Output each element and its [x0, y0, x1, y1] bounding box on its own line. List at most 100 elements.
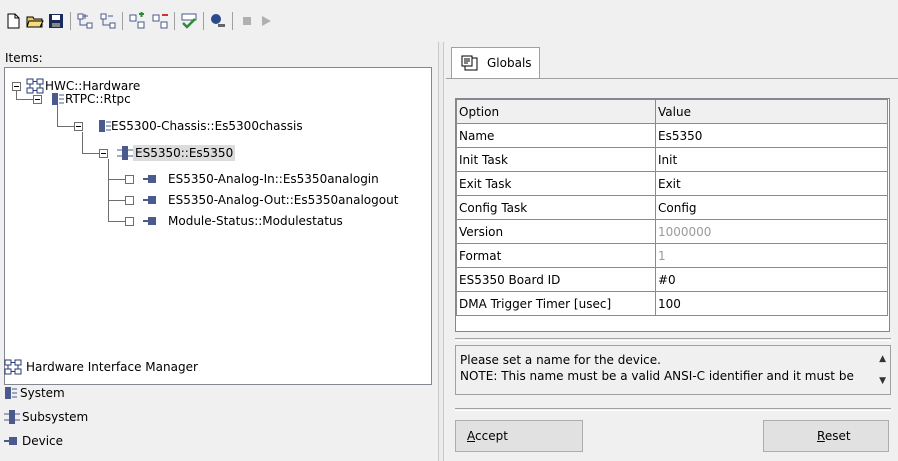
legend-item-subsystem: Subsystem: [0, 407, 300, 427]
remove-module-icon[interactable]: [151, 12, 169, 30]
legend-label: Device: [22, 434, 64, 448]
grid-row: DMA Trigger Timer [usec] 100: [456, 291, 888, 316]
collapse-toggle[interactable]: [74, 122, 83, 131]
device-icon: [143, 213, 157, 232]
items-pane: Items: HWC::Hardware RTPC::Rtpc ES5300-C…: [0, 42, 436, 461]
tree-line: [108, 221, 125, 222]
reset-button[interactable]: Reset: [763, 420, 889, 452]
hardware-interface-manager-icon: [4, 359, 22, 378]
option-cell: Config Task: [456, 195, 656, 220]
reset-button-label: Reset: [817, 429, 851, 443]
toolbar-separator: [203, 12, 204, 30]
option-cell: ES5350 Board ID: [456, 267, 656, 292]
save-disk-icon[interactable]: [47, 12, 65, 30]
hardware-tree[interactable]: HWC::Hardware RTPC::Rtpc ES5300-Chassis:…: [4, 67, 432, 385]
tree-line: [82, 132, 83, 153]
toolbar-separator: [232, 12, 233, 30]
device-icon: [143, 171, 157, 190]
device-checkbox[interactable]: [125, 196, 134, 205]
option-cell: DMA Trigger Timer [usec]: [456, 291, 656, 316]
tree-line: [16, 99, 33, 100]
description-line: NOTE: This name must be a valid ANSI-C i…: [460, 369, 854, 383]
value-cell[interactable]: #0: [655, 267, 888, 292]
add-hierarchy-icon[interactable]: [76, 12, 94, 30]
legend-item-hardware-interface-manager: Hardware Interface Manager: [0, 357, 300, 377]
collapse-toggle[interactable]: [12, 82, 21, 91]
description-box[interactable]: Please set a name for the device. NOTE: …: [455, 345, 891, 395]
value-cell[interactable]: Config: [655, 195, 888, 220]
grid-row: ES5350 Board ID #0: [456, 267, 888, 292]
column-header-value[interactable]: Value: [655, 99, 888, 124]
run-icon[interactable]: [257, 12, 275, 30]
legend-label: Hardware Interface Manager: [26, 360, 198, 374]
toolbar: [0, 0, 898, 38]
option-cell: Exit Task: [456, 171, 656, 196]
grid-row: Name Es5350: [456, 123, 888, 148]
grid-header-row: Option Value: [456, 99, 888, 124]
pane-splitter[interactable]: [438, 42, 444, 461]
device-icon: [4, 433, 18, 452]
tree-line: [108, 159, 109, 221]
toolbar-separator: [174, 12, 175, 30]
collapse-toggle[interactable]: [33, 95, 42, 104]
option-cell: Version: [456, 219, 656, 244]
description-text: Please set a name for the device. NOTE: …: [460, 352, 860, 384]
tab-strip-border: [446, 78, 898, 79]
value-cell[interactable]: Es5350: [655, 123, 888, 148]
new-document-icon[interactable]: [4, 12, 22, 30]
tree-node-analog-out[interactable]: ES5350-Analog-Out::Es5350analogout: [168, 192, 398, 208]
tree-node-es5300-chassis[interactable]: ES5300-Chassis::Es5300chassis: [111, 118, 303, 134]
divider: [455, 408, 891, 411]
stop-icon[interactable]: [238, 12, 256, 30]
value-cell[interactable]: Init: [655, 147, 888, 172]
description-line: Please set a name for the device.: [460, 353, 661, 367]
options-grid[interactable]: Option Value Name Es5350 Init Task Init …: [455, 98, 890, 332]
tree-line: [82, 153, 99, 154]
scroll-down-arrow-icon[interactable]: ▼: [879, 377, 886, 386]
divider: [455, 338, 891, 341]
toolbar-separator: [122, 12, 123, 30]
device-checkbox[interactable]: [125, 217, 134, 226]
grid-row: Init Task Init: [456, 147, 888, 172]
tree-line: [57, 126, 74, 127]
properties-sheet-icon: [461, 55, 479, 74]
tree-node-analog-in[interactable]: ES5350-Analog-In::Es5350analogin: [168, 171, 379, 187]
grid-row: Version 1000000: [456, 219, 888, 244]
legend-label: System: [20, 386, 65, 400]
open-folder-icon[interactable]: [26, 12, 44, 30]
device-checkbox[interactable]: [125, 175, 134, 184]
option-cell: Init Task: [456, 147, 656, 172]
option-cell: Format: [456, 243, 656, 268]
add-module-icon[interactable]: [128, 12, 146, 30]
tree-node-es5350[interactable]: ES5350::Es5350: [133, 145, 236, 161]
accept-button[interactable]: Accept: [455, 420, 583, 452]
connect-icon[interactable]: [209, 12, 227, 30]
device-icon: [143, 192, 157, 211]
option-cell: Name: [456, 123, 656, 148]
scroll-up-arrow-icon[interactable]: ▲: [879, 355, 886, 364]
grid-row: Format 1: [456, 243, 888, 268]
remove-hierarchy-icon[interactable]: [99, 12, 117, 30]
tree-line: [108, 200, 125, 201]
legend-label: Subsystem: [22, 410, 89, 424]
system-icon: [4, 385, 18, 404]
system-icon: [98, 118, 112, 137]
check-build-icon[interactable]: [180, 12, 198, 30]
column-header-option[interactable]: Option: [456, 99, 656, 124]
tree-node-rtpc[interactable]: RTPC::Rtpc: [65, 91, 131, 107]
collapse-toggle[interactable]: [99, 149, 108, 158]
legend-item-system: System: [0, 383, 300, 403]
value-cell[interactable]: 100: [655, 291, 888, 316]
value-cell[interactable]: Exit: [655, 171, 888, 196]
tree-node-module-status[interactable]: Module-Status::Modulestatus: [168, 213, 343, 229]
options-table: Option Value Name Es5350 Init Task Init …: [456, 99, 888, 316]
toolbar-separator: [70, 12, 71, 30]
subsystem-icon: [117, 145, 133, 164]
system-icon: [51, 91, 65, 110]
grid-row: Config Task Config: [456, 195, 888, 220]
tree-line: [108, 179, 125, 180]
tab-globals[interactable]: Globals: [451, 47, 540, 78]
items-label: Items:: [5, 51, 43, 65]
legend-item-device: Device: [0, 431, 300, 451]
value-cell-readonly: 1000000: [655, 219, 888, 244]
